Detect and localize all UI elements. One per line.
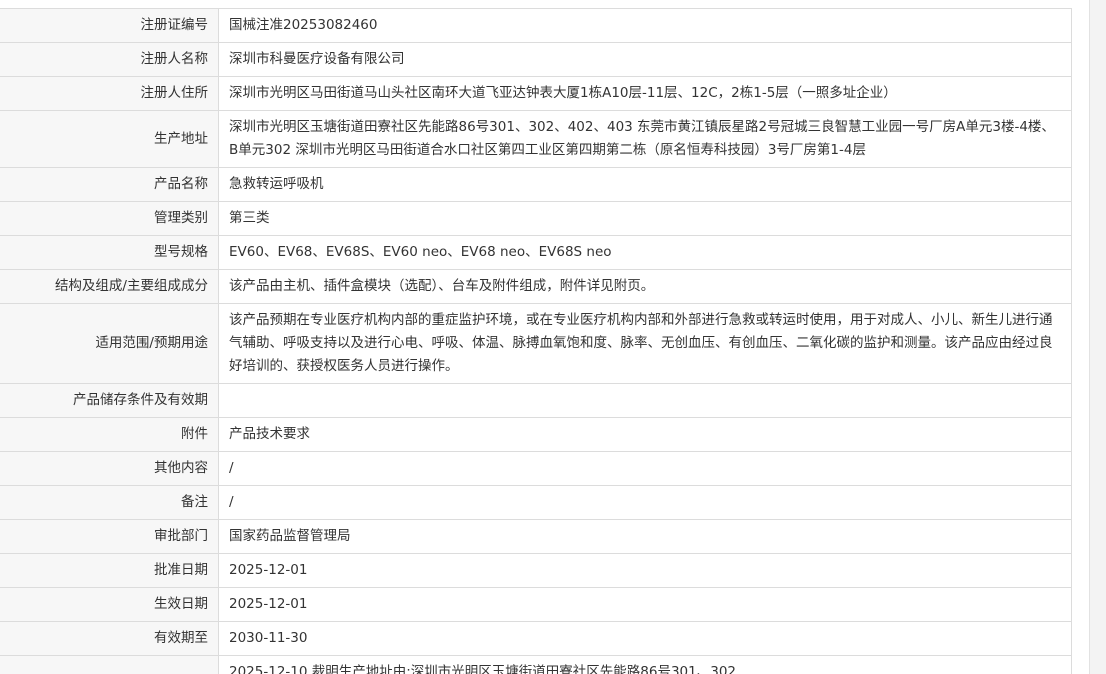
row-remarks: 备注 / <box>0 485 1072 520</box>
row-management-category: 管理类别 第三类 <box>0 201 1072 236</box>
field-label: 产品储存条件及有效期 <box>0 383 219 418</box>
field-label: 注册人名称 <box>0 42 219 77</box>
field-label: 附件 <box>0 417 219 452</box>
field-value <box>218 383 1072 418</box>
field-label: 批准日期 <box>0 553 219 588</box>
row-intended-use: 适用范围/预期用途 该产品预期在专业医疗机构内部的重症监护环境，或在专业医疗机构… <box>0 303 1072 384</box>
row-attachment: 附件 产品技术要求 <box>0 417 1072 452</box>
field-label: 适用范围/预期用途 <box>0 303 219 384</box>
row-approval-date: 批准日期 2025-12-01 <box>0 553 1072 588</box>
field-label: 产品名称 <box>0 167 219 202</box>
field-label: 备注 <box>0 485 219 520</box>
row-registration-number: 注册证编号 国械注准20253082460 <box>0 8 1072 43</box>
row-registrant-address: 注册人住所 深圳市光明区马田街道马山头社区南环大道飞亚达钟表大厦1栋A10层-1… <box>0 76 1072 111</box>
field-label <box>0 655 219 674</box>
row-approval-department: 审批部门 国家药品监督管理局 <box>0 519 1072 554</box>
vertical-scrollbar[interactable] <box>1089 0 1106 674</box>
field-value: 该产品预期在专业医疗机构内部的重症监护环境，或在专业医疗机构内部和外部进行急救或… <box>218 303 1072 384</box>
field-value: / <box>218 451 1072 486</box>
field-value: 深圳市科曼医疗设备有限公司 <box>218 42 1072 77</box>
field-label: 生产地址 <box>0 110 219 168</box>
row-model-spec: 型号规格 EV60、EV68、EV68S、EV60 neo、EV68 neo、E… <box>0 235 1072 270</box>
field-value: 2025-12-01 <box>218 587 1072 622</box>
field-label: 注册证编号 <box>0 8 219 43</box>
row-valid-until: 有效期至 2030-11-30 <box>0 621 1072 656</box>
field-value: 2025-12-01 <box>218 553 1072 588</box>
row-production-address: 生产地址 深圳市光明区玉塘街道田寮社区先能路86号301、302、402、403… <box>0 110 1072 168</box>
registration-detail-table: 注册证编号 国械注准20253082460 注册人名称 深圳市科曼医疗设备有限公… <box>0 8 1072 674</box>
row-storage-conditions: 产品储存条件及有效期 <box>0 383 1072 418</box>
field-value: 国械注准20253082460 <box>218 8 1072 43</box>
field-value: 2030-11-30 <box>218 621 1072 656</box>
row-product-name: 产品名称 急救转运呼吸机 <box>0 167 1072 202</box>
field-value: 国家药品监督管理局 <box>218 519 1072 554</box>
field-value: 第三类 <box>218 201 1072 236</box>
field-value: EV60、EV68、EV68S、EV60 neo、EV68 neo、EV68S … <box>218 235 1072 270</box>
field-label: 生效日期 <box>0 587 219 622</box>
field-label: 型号规格 <box>0 235 219 270</box>
field-value: 深圳市光明区马田街道马山头社区南环大道飞亚达钟表大厦1栋A10层-11层、12C… <box>218 76 1072 111</box>
field-label: 结构及组成/主要组成成分 <box>0 269 219 304</box>
row-registrant-name: 注册人名称 深圳市科曼医疗设备有限公司 <box>0 42 1072 77</box>
field-value: 急救转运呼吸机 <box>218 167 1072 202</box>
field-label: 有效期至 <box>0 621 219 656</box>
field-value: 该产品由主机、插件盒模块（选配）、台车及附件组成，附件详见附页。 <box>218 269 1072 304</box>
row-change-record: 2025-12-10 裁明生产地址由:深圳市光明区玉塘街道田寮社区先能路86号3… <box>0 655 1072 674</box>
field-label: 注册人住所 <box>0 76 219 111</box>
field-label: 其他内容 <box>0 451 219 486</box>
row-structure-composition: 结构及组成/主要组成成分 该产品由主机、插件盒模块（选配）、台车及附件组成，附件… <box>0 269 1072 304</box>
row-effective-date: 生效日期 2025-12-01 <box>0 587 1072 622</box>
row-other-content: 其他内容 / <box>0 451 1072 486</box>
field-value: / <box>218 485 1072 520</box>
field-value: 2025-12-10 裁明生产地址由:深圳市光明区玉塘街道田寮社区先能路86号3… <box>218 655 1072 674</box>
field-value: 产品技术要求 <box>218 417 1072 452</box>
registration-detail-page: 注册证编号 国械注准20253082460 注册人名称 深圳市科曼医疗设备有限公… <box>0 0 1106 674</box>
field-label: 管理类别 <box>0 201 219 236</box>
field-label: 审批部门 <box>0 519 219 554</box>
field-value: 深圳市光明区玉塘街道田寮社区先能路86号301、302、402、403 东莞市黄… <box>218 110 1072 168</box>
